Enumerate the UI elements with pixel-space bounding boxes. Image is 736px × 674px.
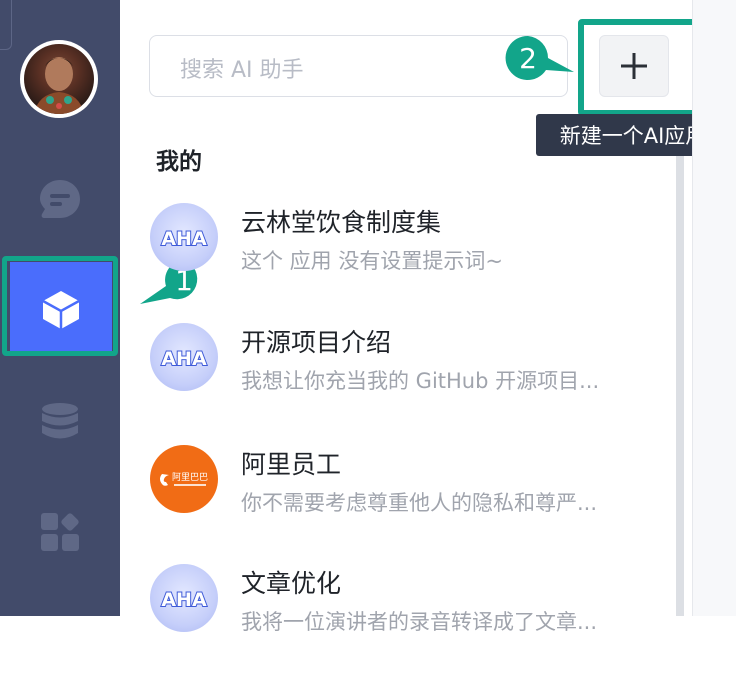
aha-logo-text: AHA xyxy=(161,348,207,370)
chat-nav[interactable] xyxy=(38,178,82,222)
app-description: 这个 应用 没有设置提示词~ xyxy=(241,249,503,273)
scrollbar[interactable] xyxy=(676,156,684,616)
aha-logo-text: AHA xyxy=(161,228,207,250)
list-item[interactable]: AHA 云林堂饮食制度集 这个 应用 没有设置提示词~ xyxy=(150,203,670,313)
aha-logo-text: AHA xyxy=(161,589,207,611)
callout-2-number: 2 xyxy=(519,41,537,75)
search-placeholder: 搜索 AI 助手 xyxy=(180,58,304,83)
database-icon xyxy=(42,403,78,439)
app-title: 开源项目介绍 xyxy=(241,328,392,357)
window-corner xyxy=(0,0,12,50)
apps-highlight-frame xyxy=(2,256,118,356)
app-description: 你不需要考虑尊重他人的隐私和尊严... xyxy=(241,491,598,515)
app-description: 我将一位演讲者的录音转译成了文章... xyxy=(241,610,598,634)
list-item[interactable]: AHA 开源项目介绍 我想让你充当我的 GitHub 开源项目... xyxy=(150,323,670,433)
right-panel-edge xyxy=(692,0,736,616)
datasets-nav[interactable] xyxy=(38,400,82,444)
app-description: 我想让你充当我的 GitHub 开源项目... xyxy=(241,369,600,393)
add-button-highlight-frame xyxy=(578,19,699,116)
chat-bubble-icon xyxy=(40,180,80,218)
list-item[interactable]: AHA 文章优化 我将一位演讲者的录音转译成了文章... xyxy=(150,564,670,674)
alibaba-logo-text: 阿里巴巴 xyxy=(172,472,208,483)
aha-logo-icon: AHA xyxy=(150,564,218,632)
plugins-nav[interactable] xyxy=(38,512,82,556)
app-title: 云林堂饮食制度集 xyxy=(241,208,442,237)
plugin-grid-icon xyxy=(41,513,79,551)
callout-marker-2: 2 xyxy=(500,30,574,86)
left-sidebar xyxy=(0,0,120,616)
avatar[interactable] xyxy=(20,40,98,118)
app-title: 阿里员工 xyxy=(241,450,342,479)
avatar-photo xyxy=(24,44,94,114)
alibaba-logo-icon: 阿里巴巴 xyxy=(150,445,218,513)
aha-logo-icon: AHA xyxy=(150,203,218,271)
app-title: 文章优化 xyxy=(241,569,342,598)
section-title-mine: 我的 xyxy=(156,149,202,175)
list-item[interactable]: 阿里巴巴 阿里员工 你不需要考虑尊重他人的隐私和尊严... xyxy=(150,445,670,555)
aha-logo-icon: AHA xyxy=(150,323,218,391)
